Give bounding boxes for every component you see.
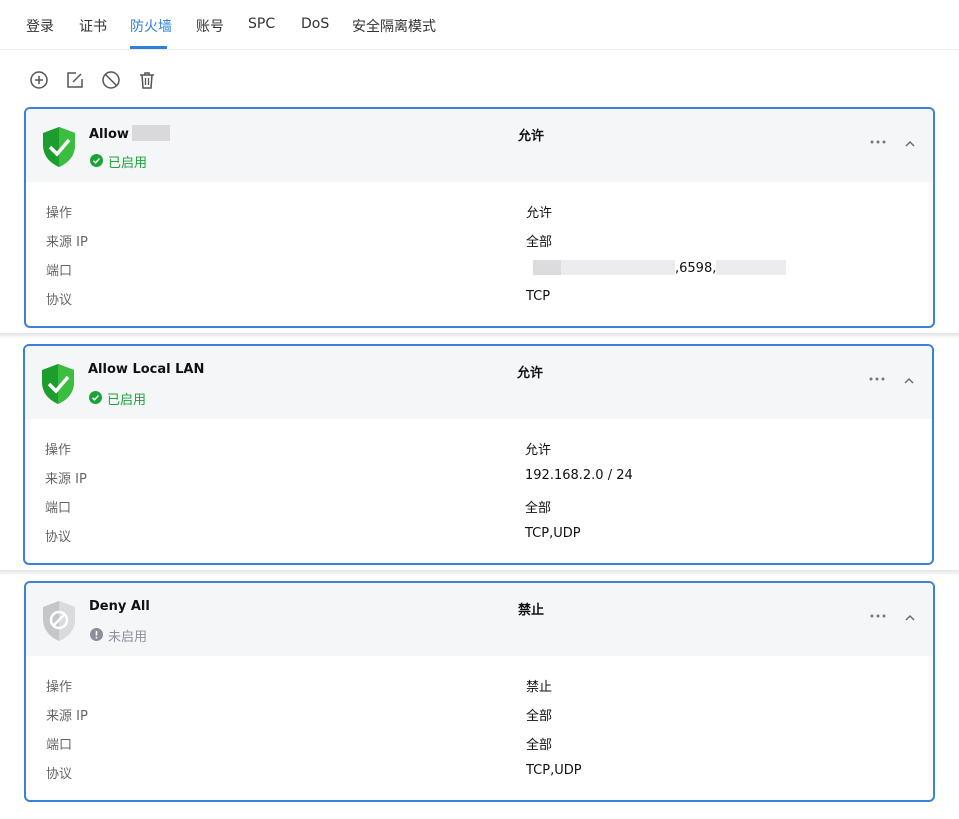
tab-firewall[interactable]: 防火墙	[130, 16, 172, 36]
action-value: 允许	[526, 206, 553, 221]
port-label: 端口	[46, 738, 73, 753]
check-circle-icon	[90, 154, 103, 167]
exclamation-circle-icon	[90, 628, 103, 641]
chevron-up-icon[interactable]	[903, 137, 917, 151]
chevron-up-icon[interactable]	[903, 611, 917, 625]
delete-icon[interactable]	[136, 69, 158, 91]
rule-card[interactable]: Allow Local LAN 已启用 允许 操作 允许 来源 IP 192.1…	[23, 344, 934, 565]
tab-certificate[interactable]: 证书	[79, 16, 107, 36]
rule-name: Deny All	[89, 599, 150, 614]
port-value: 全部	[525, 501, 552, 516]
protocol-label: 协议	[45, 530, 72, 545]
disable-icon[interactable]	[100, 69, 122, 91]
action-label: 操作	[45, 443, 72, 458]
redacted-text	[131, 125, 170, 141]
tab-dos[interactable]: DoS	[301, 16, 329, 32]
port-label: 端口	[45, 501, 72, 516]
tab-spc[interactable]: SPC	[248, 16, 275, 32]
tab-login[interactable]: 登录	[26, 16, 54, 36]
port-label: 端口	[46, 264, 73, 279]
more-icon[interactable]	[869, 137, 887, 147]
protocol-value: TCP,UDP	[525, 526, 581, 541]
tab-bar: 登录 证书 防火墙 账号 SPC DoS 安全隔离模式	[0, 0, 959, 50]
rule-card[interactable]: Deny All 未启用 禁止 操作 禁止 来源 IP 全部 端口 全部 协议 …	[24, 581, 935, 802]
redacted-text	[716, 260, 787, 275]
protocol-label: 协议	[46, 293, 73, 308]
rule-card-header: Allow Local LAN 已启用 允许	[25, 346, 932, 419]
source-ip-value: 全部	[526, 235, 553, 250]
port-value: ,6598,	[533, 260, 787, 276]
protocol-value: TCP,UDP	[526, 763, 582, 778]
redacted-text	[533, 260, 561, 275]
source-ip-value: 全部	[526, 709, 553, 724]
rule-action-summary: 禁止	[518, 603, 545, 618]
protocol-label: 协议	[46, 767, 73, 782]
rule-name: Allow	[89, 125, 170, 142]
source-ip-label: 来源 IP	[45, 472, 87, 487]
separator	[0, 333, 959, 339]
chevron-up-icon[interactable]	[902, 374, 916, 388]
redacted-text	[561, 260, 675, 275]
shield-check-icon	[39, 362, 77, 406]
action-value: 禁止	[526, 680, 553, 695]
tab-account[interactable]: 账号	[196, 16, 224, 36]
shield-blocked-icon	[40, 599, 78, 643]
port-value: 全部	[526, 738, 553, 753]
check-circle-icon	[89, 391, 102, 404]
rule-card-header: Allow 已启用 允许	[26, 109, 933, 182]
protocol-value: TCP	[526, 289, 551, 304]
action-value: 允许	[525, 443, 552, 458]
tab-security-isolation[interactable]: 安全隔离模式	[352, 16, 436, 36]
source-ip-label: 来源 IP	[46, 235, 88, 250]
add-icon[interactable]	[28, 69, 50, 91]
separator	[0, 570, 959, 576]
active-tab-indicator	[130, 46, 167, 49]
edit-icon[interactable]	[64, 69, 86, 91]
source-ip-value: 192.168.2.0 / 24	[525, 468, 633, 483]
rule-action-summary: 允许	[518, 129, 545, 144]
action-label: 操作	[46, 680, 73, 695]
source-ip-label: 来源 IP	[46, 709, 88, 724]
shield-check-icon	[40, 125, 78, 169]
action-label: 操作	[46, 206, 73, 221]
more-icon[interactable]	[868, 374, 886, 384]
rule-action-summary: 允许	[517, 366, 544, 381]
rule-card[interactable]: Allow 已启用 允许 操作 允许 来源 IP 全部 端口 ,6598, 协议…	[24, 107, 935, 328]
rule-card-header: Deny All 未启用 禁止	[26, 583, 933, 656]
more-icon[interactable]	[869, 611, 887, 621]
rule-name: Allow Local LAN	[88, 362, 205, 377]
